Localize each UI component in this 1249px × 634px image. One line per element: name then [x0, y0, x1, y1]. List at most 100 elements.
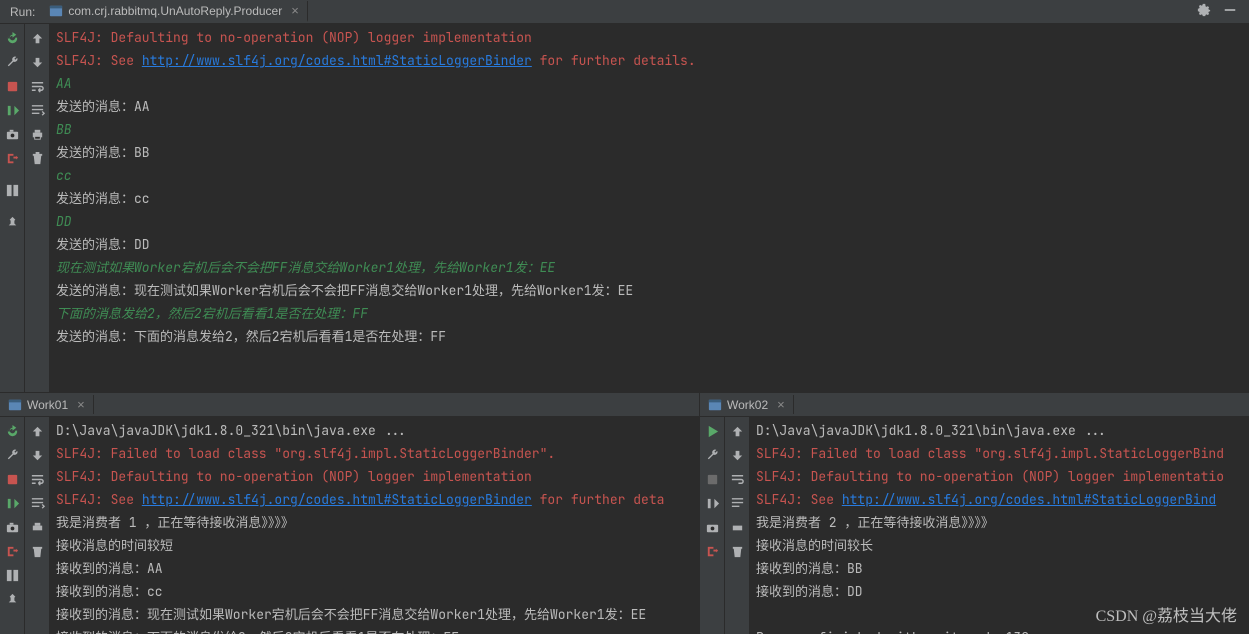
- console-line: 接收到的消息：BB: [756, 560, 863, 577]
- console-line: SLF4J: See: [56, 52, 142, 69]
- exit-icon[interactable]: [4, 150, 20, 166]
- arrow-down-icon[interactable]: [29, 447, 45, 463]
- stop-icon[interactable]: [4, 471, 20, 487]
- console-link[interactable]: http://www.slf4j.org/codes.html#StaticLo…: [142, 491, 532, 508]
- pin-icon[interactable]: [4, 591, 20, 607]
- close-icon[interactable]: ×: [291, 3, 299, 18]
- camera-icon[interactable]: [4, 126, 20, 142]
- run-label: Run:: [4, 5, 41, 19]
- trash-icon[interactable]: [29, 150, 45, 166]
- console-line: 发送的消息：cc: [56, 190, 150, 207]
- console-line: 发送的消息：BB: [56, 144, 150, 161]
- camera-icon[interactable]: [4, 519, 20, 535]
- console-line: DD: [56, 213, 72, 230]
- wrap-icon[interactable]: [729, 471, 745, 487]
- console-line: SLF4J: Failed to load class "org.slf4j.i…: [56, 445, 555, 462]
- gear-icon[interactable]: [1197, 3, 1211, 20]
- scroll-icon[interactable]: [29, 495, 45, 511]
- run-icon[interactable]: [704, 423, 720, 439]
- work02-pane: Work02 × D:\Java\javaJDK\jdk1.8.0: [700, 393, 1249, 634]
- producer-gutter-nav: [25, 24, 50, 392]
- rerun-green-icon[interactable]: [4, 102, 20, 118]
- wrench-icon[interactable]: [704, 447, 720, 463]
- arrow-up-icon[interactable]: [29, 423, 45, 439]
- rerun-icon[interactable]: [4, 423, 20, 439]
- camera-icon[interactable]: [704, 519, 720, 535]
- console-line: 下面的消息发给2，然后2宕机后看看1是否在处理：FF: [56, 305, 368, 322]
- console-icon: [708, 398, 722, 412]
- console-line: for further details.: [532, 52, 696, 69]
- console-line: 发送的消息：现在测试如果Worker宕机后会不会把FF消息交给Worker1处理…: [56, 282, 633, 299]
- arrow-down-icon[interactable]: [29, 54, 45, 70]
- work01-console[interactable]: D:\Java\javaJDK\jdk1.8.0_321\bin\java.ex…: [50, 417, 699, 634]
- console-line: 接收消息的时间较短: [56, 537, 173, 554]
- console-line: 接收到的消息：cc: [56, 583, 163, 600]
- console-line: 现在测试如果Worker宕机后会不会把FF消息交给Worker1处理，先给Wor…: [56, 259, 555, 276]
- rerun-green-icon[interactable]: [4, 495, 20, 511]
- console-line: 发送的消息：DD: [56, 236, 150, 253]
- close-icon[interactable]: ×: [77, 397, 85, 412]
- minimize-icon[interactable]: [1223, 3, 1237, 20]
- wrap-icon[interactable]: [29, 78, 45, 94]
- console-line: SLF4J: Defaulting to no-operation (NOP) …: [56, 468, 532, 485]
- console-link[interactable]: http://www.slf4j.org/codes.html#StaticLo…: [142, 52, 532, 69]
- arrow-up-icon[interactable]: [29, 30, 45, 46]
- exit-icon[interactable]: [4, 543, 20, 559]
- scroll-icon[interactable]: [29, 102, 45, 118]
- producer-console[interactable]: SLF4J: Defaulting to no-operation (NOP) …: [50, 24, 1249, 392]
- print-icon[interactable]: [29, 519, 45, 535]
- work01-pane: Work01 × D:\Jav: [0, 393, 700, 634]
- print-icon[interactable]: [729, 519, 745, 535]
- console-line: cc: [56, 167, 72, 184]
- arrow-up-icon[interactable]: [729, 423, 745, 439]
- stop-icon[interactable]: [4, 78, 20, 94]
- arrow-down-icon[interactable]: [729, 447, 745, 463]
- producer-gutter-actions: [0, 24, 25, 392]
- console-icon: [8, 398, 22, 412]
- console-line: 发送的消息：AA: [56, 98, 150, 115]
- tab-work01[interactable]: Work01 ×: [0, 395, 94, 414]
- work02-console[interactable]: D:\Java\javaJDK\jdk1.8.0_321\bin\java.ex…: [750, 417, 1249, 634]
- topbar-actions: [1197, 3, 1245, 20]
- producer-pane: SLF4J: Defaulting to no-operation (NOP) …: [0, 24, 1249, 392]
- console-line: BB: [56, 121, 72, 138]
- wrench-icon[interactable]: [4, 54, 20, 70]
- console-line: 我是消费者 2 ，正在等待接收消息》》》》: [756, 514, 994, 531]
- stop-disabled-icon: [704, 471, 720, 487]
- trash-icon[interactable]: [729, 543, 745, 559]
- console-line: for further deta: [532, 491, 665, 508]
- console-line: D:\Java\javaJDK\jdk1.8.0_321\bin\java.ex…: [756, 422, 1107, 439]
- layout-icon[interactable]: [4, 182, 20, 198]
- console-line: 接收到的消息：现在测试如果Worker宕机后会不会把FF消息交给Worker1处…: [56, 606, 646, 623]
- layout-icon[interactable]: [4, 567, 20, 583]
- rerun-icon[interactable]: [4, 30, 20, 46]
- tab-work02[interactable]: Work02 ×: [700, 395, 794, 414]
- scroll-icon[interactable]: [729, 495, 745, 511]
- console-line: 接收到的消息：AA: [56, 560, 163, 577]
- print-icon[interactable]: [29, 126, 45, 142]
- console-line: SLF4J: Failed to load class "org.slf4j.i…: [756, 445, 1224, 462]
- console-line: SLF4J: Defaulting to no-operation (NOP) …: [756, 468, 1224, 485]
- wrench-icon[interactable]: [4, 447, 20, 463]
- work01-gutter-nav: [25, 417, 50, 634]
- console-line: SLF4J: See: [756, 491, 842, 508]
- wrap-icon[interactable]: [29, 471, 45, 487]
- run-topbar: Run: com.crj.rabbitmq.UnAutoReply.Produc…: [0, 0, 1249, 24]
- tab-work02-label: Work02: [727, 398, 768, 412]
- tab-producer-label: com.crj.rabbitmq.UnAutoReply.Producer: [68, 4, 282, 18]
- console-line: 发送的消息：下面的消息发给2，然后2宕机后看看1是否在处理：FF: [56, 328, 446, 345]
- tab-producer[interactable]: com.crj.rabbitmq.UnAutoReply.Producer ×: [41, 1, 307, 22]
- exit-icon[interactable]: [704, 543, 720, 559]
- rerun-grey-icon[interactable]: [704, 495, 720, 511]
- console-line: 接收到的消息：DD: [756, 583, 863, 600]
- work01-gutter-actions: [0, 417, 25, 634]
- close-icon[interactable]: ×: [777, 397, 785, 412]
- console-link[interactable]: http://www.slf4j.org/codes.html#StaticLo…: [842, 491, 1216, 508]
- trash-icon[interactable]: [29, 543, 45, 559]
- bottom-row: Work01 × D:\Jav: [0, 392, 1249, 634]
- console-line: SLF4J: Defaulting to no-operation (NOP) …: [56, 29, 532, 46]
- console-line: SLF4J: See: [56, 491, 142, 508]
- console-line: Process finished with exit code 130: [756, 629, 1029, 634]
- tab-work01-label: Work01: [27, 398, 68, 412]
- pin-icon[interactable]: [4, 214, 20, 230]
